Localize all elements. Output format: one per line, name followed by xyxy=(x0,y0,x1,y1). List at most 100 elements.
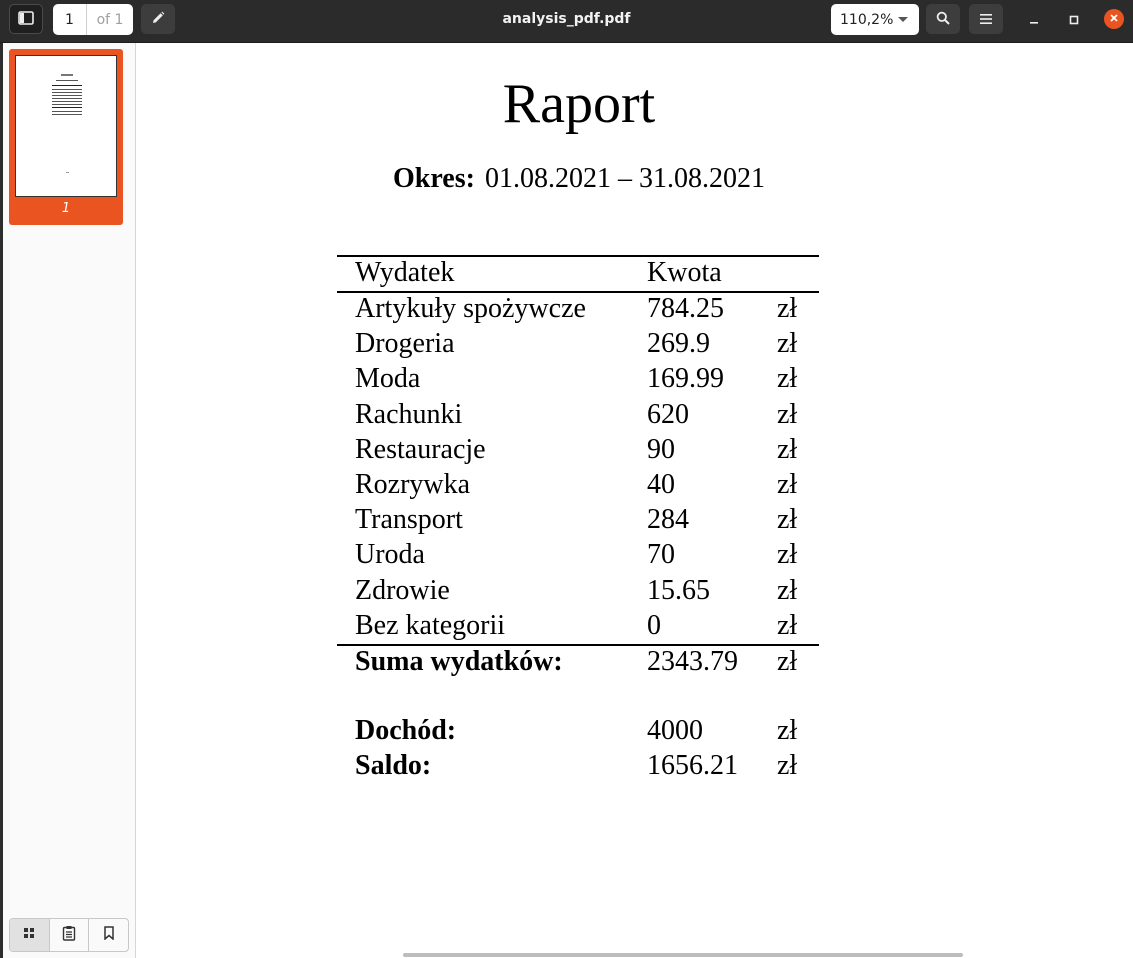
menu-button[interactable] xyxy=(969,4,1003,34)
expense-name: Uroda xyxy=(355,539,425,571)
tab-annotations[interactable] xyxy=(50,919,90,951)
close-icon xyxy=(1109,12,1119,27)
sidebar-toggle-button[interactable] xyxy=(9,4,43,34)
minimize-button[interactable] xyxy=(1024,9,1044,29)
thumb-line xyxy=(52,101,82,102)
table-header-row: Wydatek Kwota xyxy=(137,255,1133,290)
expense-name: Zdrowie xyxy=(355,574,450,606)
sidebar-edge xyxy=(0,43,3,958)
minimize-icon xyxy=(1029,10,1039,29)
clipboard-icon xyxy=(62,925,76,945)
total-amount: 2343.79 xyxy=(647,646,738,677)
period-label: Okres: xyxy=(393,163,475,194)
grid-icon xyxy=(23,927,35,943)
thumbnail-page-number: 1 xyxy=(61,201,71,216)
expense-name: Artykuły spożywcze xyxy=(355,293,586,324)
expense-amount: 90 xyxy=(647,433,675,465)
expense-name: Rozrywka xyxy=(355,469,471,500)
income-label: Dochód: xyxy=(355,715,457,746)
thumb-line xyxy=(56,80,78,81)
sidebar-tab-switcher xyxy=(9,918,129,952)
expense-name: Drogeria xyxy=(355,328,455,360)
thumb-line xyxy=(61,74,73,76)
balance-row: Saldo: 1656.21 zł xyxy=(137,748,1133,783)
chevron-down-icon xyxy=(898,17,908,22)
tab-thumbnails[interactable] xyxy=(10,919,50,951)
expense-name: Rachunki xyxy=(355,398,463,430)
thumb-line xyxy=(52,89,82,90)
column-header-expense: Wydatek xyxy=(355,257,455,288)
expense-currency: zł xyxy=(777,504,798,536)
thumb-line xyxy=(52,111,82,112)
table-row: Rozrywka 40 zł xyxy=(137,467,1133,502)
expense-name: Restauracje xyxy=(355,433,486,465)
close-button[interactable] xyxy=(1104,9,1124,29)
thumb-line xyxy=(52,107,82,108)
report-title: Raport xyxy=(502,73,656,135)
expense-currency: zł xyxy=(777,328,798,360)
report-period: Okres: 01.08.2021 – 31.08.2021 xyxy=(137,163,1021,195)
total-label: Suma wydatków: xyxy=(355,646,563,677)
bookmark-icon xyxy=(103,926,115,944)
sidebar: 1 xyxy=(0,43,136,958)
total-currency: zł xyxy=(777,646,798,677)
annotate-button[interactable] xyxy=(141,4,175,34)
page-number-entry[interactable]: 1 of 1 xyxy=(53,4,133,35)
column-header-amount: Kwota xyxy=(647,257,722,288)
tab-bookmarks[interactable] xyxy=(89,919,128,951)
page-current-input[interactable]: 1 xyxy=(53,4,87,35)
table-row: Uroda 70 zł xyxy=(137,537,1133,572)
expense-currency: zł xyxy=(777,539,798,571)
expense-amount: 0 xyxy=(647,609,661,641)
income-currency: zł xyxy=(777,715,798,746)
table-row: Bez kategorii 0 zł xyxy=(137,608,1133,643)
expense-amount: 169.99 xyxy=(647,363,724,395)
search-button[interactable] xyxy=(926,4,960,34)
balance-currency: zł xyxy=(777,750,798,781)
table-row: Artykuły spożywcze 784.25 zł xyxy=(137,291,1133,326)
thumbnail-preview xyxy=(15,55,117,197)
expense-amount: 70 xyxy=(647,539,675,571)
thumb-line xyxy=(52,104,82,105)
balance-amount: 1656.21 xyxy=(647,750,738,781)
expense-amount: 620 xyxy=(647,398,689,430)
expense-currency: zł xyxy=(777,398,798,430)
zoom-select[interactable]: 110,2% xyxy=(831,4,919,35)
thumb-line xyxy=(66,172,69,173)
maximize-icon xyxy=(1069,10,1079,29)
table-row: Zdrowie 15.65 zł xyxy=(137,573,1133,608)
document-page: Raport Okres: 01.08.2021 – 31.08.2021 Wyd… xyxy=(137,43,1133,958)
table-row: Moda 169.99 zł xyxy=(137,361,1133,396)
total-row: Suma wydatków: 2343.79 zł xyxy=(137,644,1133,679)
thumb-line xyxy=(52,92,82,93)
expense-amount: 40 xyxy=(647,469,675,500)
income-row: Dochód: 4000 zł xyxy=(137,713,1133,748)
thumb-line xyxy=(52,85,82,86)
horizontal-scrollbar[interactable] xyxy=(403,953,963,957)
expense-name: Transport xyxy=(355,504,463,536)
table-row: Rachunki 620 zł xyxy=(137,397,1133,432)
maximize-button[interactable] xyxy=(1064,9,1084,29)
thumb-line xyxy=(52,98,82,99)
expense-currency: zł xyxy=(777,469,798,500)
balance-label: Saldo: xyxy=(355,750,432,781)
header-bar: 1 of 1 analysis_pdf.pdf 110,2% xyxy=(0,0,1133,43)
table-row: Drogeria 269.9 zł xyxy=(137,326,1133,361)
thumb-line xyxy=(52,95,82,96)
expense-currency: zł xyxy=(777,609,798,641)
expense-name: Moda xyxy=(355,363,421,395)
search-icon xyxy=(936,10,950,29)
expense-currency: zł xyxy=(777,574,798,606)
page-thumbnail[interactable]: 1 xyxy=(9,49,123,225)
zoom-value: 110,2% xyxy=(840,11,894,28)
expense-amount: 284 xyxy=(647,504,689,536)
expense-name: Bez kategorii xyxy=(355,609,506,641)
period-value: 01.08.2021 – 31.08.2021 xyxy=(484,163,765,194)
expense-amount: 784.25 xyxy=(647,293,724,324)
table-row: Transport 284 zł xyxy=(137,502,1133,537)
income-amount: 4000 xyxy=(647,715,703,746)
expense-currency: zł xyxy=(777,433,798,465)
expense-currency: zł xyxy=(777,293,798,324)
table-row: Restauracje 90 zł xyxy=(137,432,1133,467)
sidebar-icon xyxy=(18,10,34,29)
